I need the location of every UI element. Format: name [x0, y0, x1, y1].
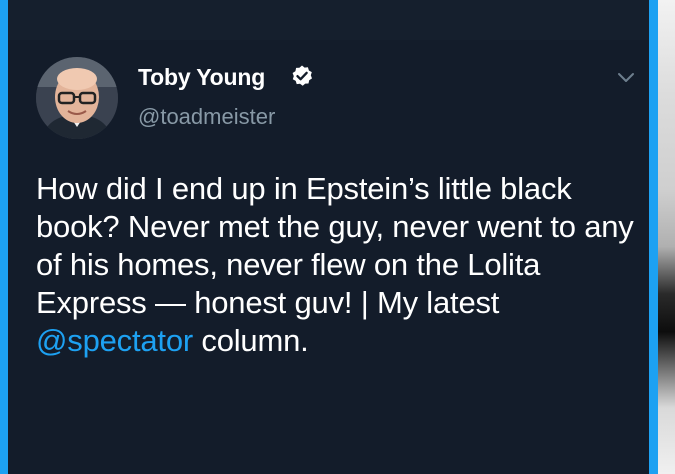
screenshot-border-left	[0, 0, 8, 474]
author-handle[interactable]: @toadmeister	[138, 104, 275, 130]
mention-link-spectator[interactable]: @spectator	[36, 323, 193, 358]
author-display-name[interactable]: Toby Young	[138, 64, 265, 91]
tweet-card: Toby Young @toadmeister How did I end up…	[8, 0, 649, 474]
verified-badge-icon	[292, 65, 312, 86]
tweet-card-top-edge	[8, 0, 649, 40]
user-avatar-photo-icon	[36, 57, 118, 139]
chevron-down-icon[interactable]	[614, 68, 638, 86]
cropped-background-image	[658, 0, 675, 474]
tweet-text-ending: column.	[192, 323, 309, 358]
tweet-text-body: How did I end up in Epstein’s little bla…	[36, 171, 634, 320]
screenshot-border-right	[649, 0, 658, 474]
author-avatar[interactable]	[36, 57, 118, 139]
tweet-text: How did I end up in Epstein’s little bla…	[36, 170, 651, 360]
